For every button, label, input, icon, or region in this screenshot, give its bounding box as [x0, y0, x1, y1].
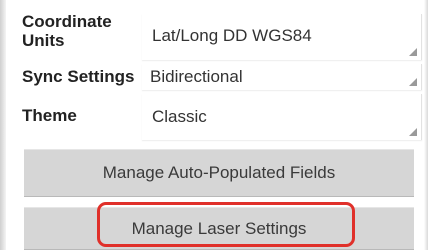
theme-label: Theme	[22, 106, 77, 125]
manage-auto-populated-fields-label: Manage Auto-Populated Fields	[102, 163, 336, 182]
sync-settings-value: Bidirectional	[150, 67, 243, 86]
dropdown-corner-icon	[409, 128, 417, 136]
dropdown-corner-icon	[409, 78, 417, 86]
panel-right-edge	[424, 0, 428, 250]
sync-settings-select[interactable]: Bidirectional	[142, 64, 422, 90]
theme-value: Classic	[152, 107, 207, 126]
coordinate-units-label: Coordinate Units	[22, 12, 112, 50]
panel-left-edge	[0, 0, 6, 250]
coordinate-units-value: Lat/Long DD WGS84	[152, 26, 312, 45]
dropdown-corner-icon	[409, 48, 417, 56]
coordinate-units-select[interactable]: Lat/Long DD WGS84	[142, 14, 422, 60]
manage-auto-populated-fields-button[interactable]: Manage Auto-Populated Fields	[24, 149, 414, 197]
theme-select[interactable]: Classic	[142, 94, 422, 140]
highlight-box	[97, 202, 355, 247]
settings-panel: Coordinate Units Lat/Long DD WGS84 Sync …	[0, 0, 428, 250]
sync-settings-label: Sync Settings	[22, 67, 135, 86]
